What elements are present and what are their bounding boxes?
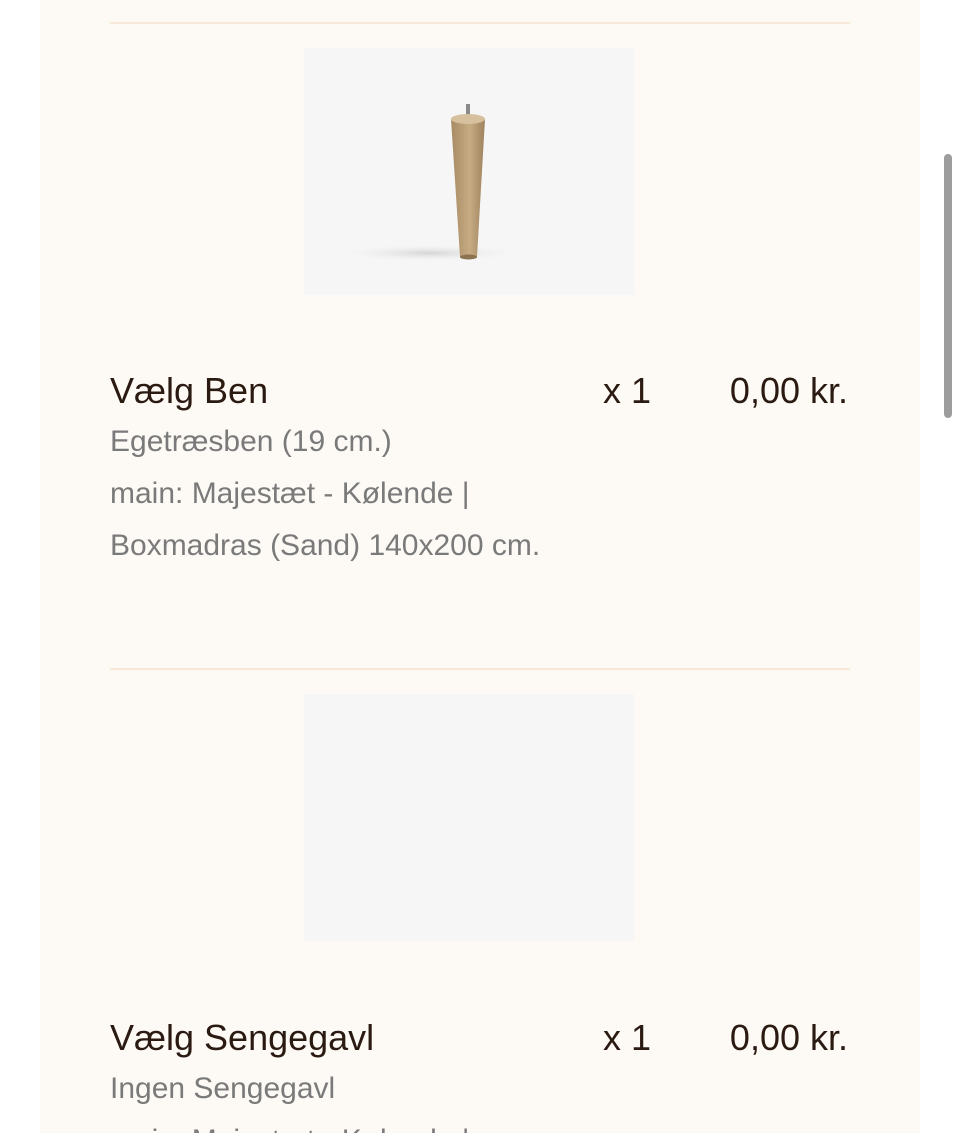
item-quantity: x 1 [603, 1017, 652, 1058]
item-title: Vælg Ben [110, 370, 269, 411]
item-title: Vælg Sengegavl [110, 1017, 375, 1058]
product-image-placeholder [304, 694, 634, 941]
item-main-product: main: Majestæt - Kølende | Boxmadras (Sa… [110, 477, 541, 562]
item-option: Egetræsben (19 cm.) [110, 425, 392, 458]
item-details: Egetræsben (19 cm.) main: Majestæt - Køl… [110, 416, 550, 572]
divider [110, 22, 850, 24]
product-image [304, 48, 634, 295]
wooden-leg-icon [334, 104, 524, 262]
scrollbar[interactable] [944, 154, 952, 418]
item-quantity: x 1 [603, 370, 652, 411]
item-main-product: main: Majestæt - Kølende | [110, 1115, 550, 1133]
item-price: 0,00 kr. [729, 1017, 848, 1058]
item-option: Ingen Sengegavl [110, 1072, 336, 1105]
item-price: 0,00 kr. [729, 370, 848, 411]
item-details: Ingen Sengegavl main: Majestæt - Kølende… [110, 1063, 550, 1133]
divider [110, 668, 850, 670]
page: Vælg Ben x 1 0,00 kr. Egetræsben (19 cm.… [0, 0, 960, 1133]
